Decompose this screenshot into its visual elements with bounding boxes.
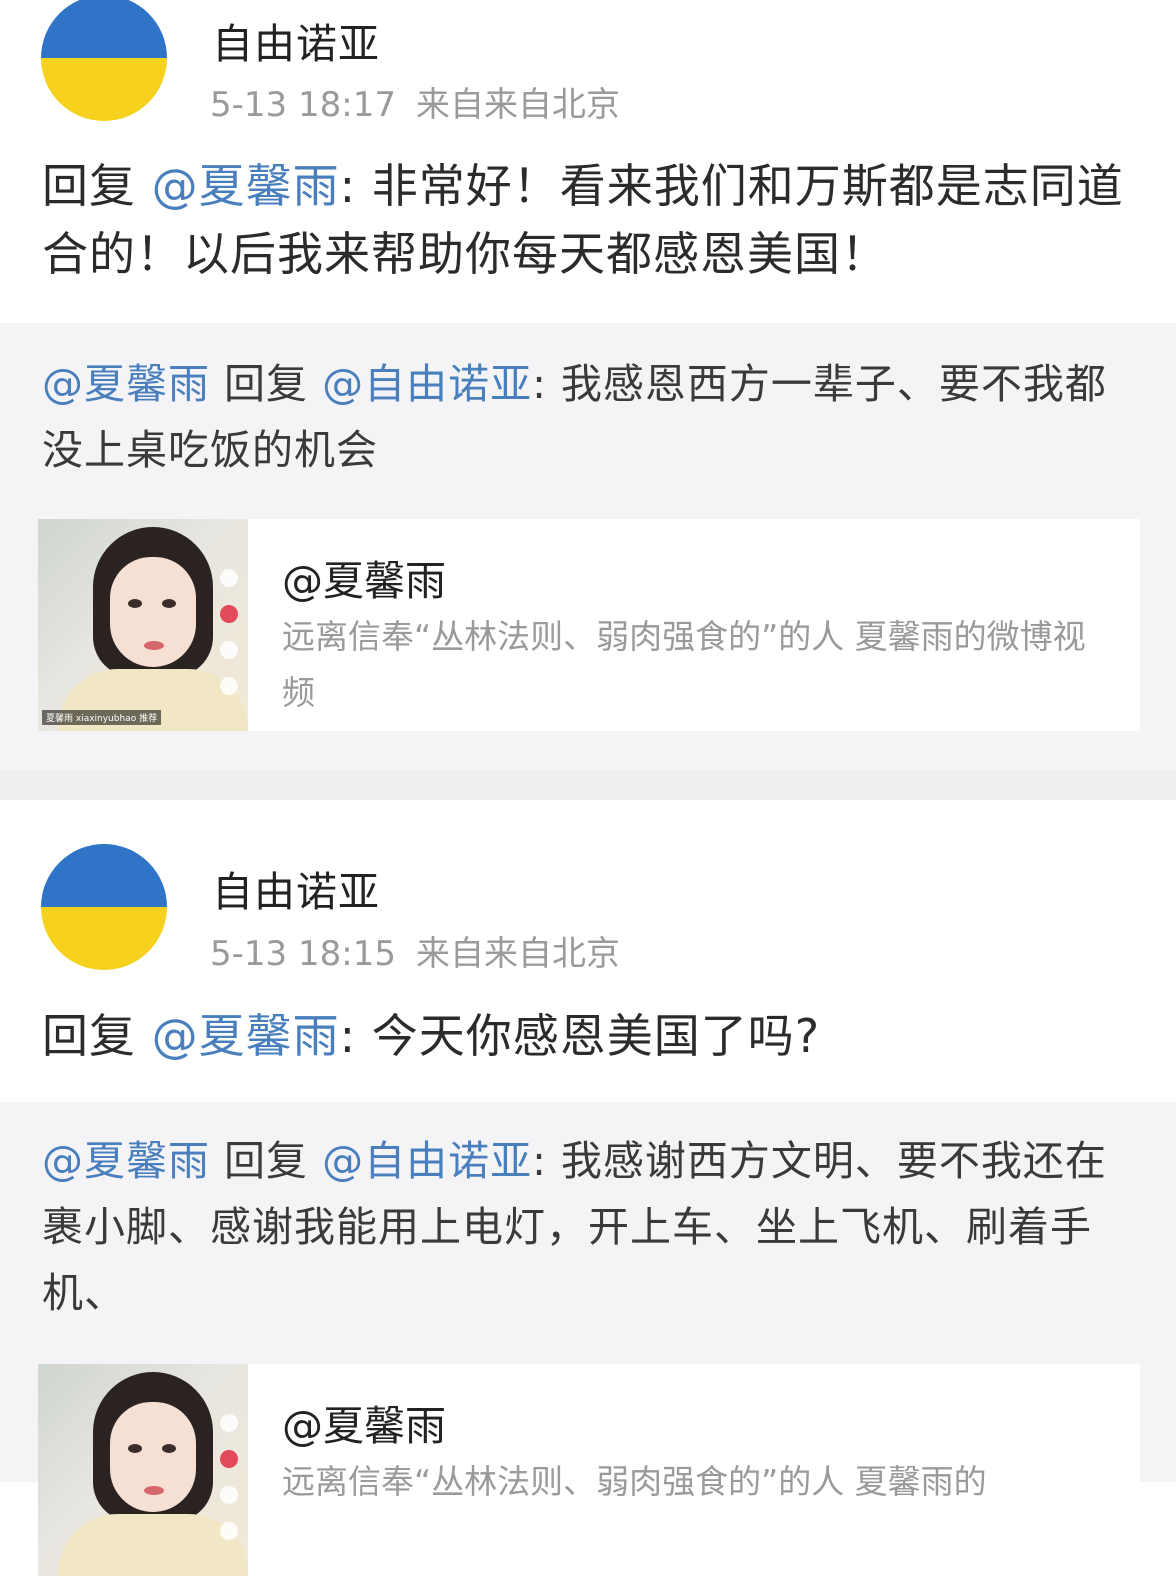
quote-reply-label: 回复 xyxy=(210,1137,323,1185)
quote-text: @夏馨雨 回复 @自由诺亚: 我感恩西方一辈子、要不我都没上桌吃饭的机会 xyxy=(42,351,1142,483)
quoted-comment[interactable]: @夏馨雨 回复 @自由诺亚: 我感恩西方一辈子、要不我都没上桌吃饭的机会 夏馨雨… xyxy=(0,323,1176,770)
heart-icon xyxy=(220,1450,238,1468)
timestamp: 5-13 18:15 xyxy=(210,934,396,974)
post-meta: 5-13 18:17 来自来自北京 xyxy=(210,77,620,126)
user-avatar[interactable] xyxy=(41,844,167,970)
video-card[interactable]: 夏馨雨 xiaxinyubhao 推荐 @夏馨雨 远离信奉“丛林法则、弱肉强食的… xyxy=(38,519,1140,731)
reply-prefix: 回复 xyxy=(42,159,136,213)
quoted-comment[interactable]: @夏馨雨 回复 @自由诺亚: 我感谢西方文明、要不我还在裹小脚、感谢我能用上电灯… xyxy=(0,1102,1176,1576)
video-side-icons xyxy=(216,1414,242,1558)
source-location: 来自来自北京 xyxy=(415,85,620,125)
video-card-title: @夏馨雨 xyxy=(282,1402,446,1450)
quote-mention-link[interactable]: @自由诺亚 xyxy=(322,1137,532,1185)
thumbnail-caption: 夏馨雨 xiaxinyubhao 推荐 xyxy=(42,710,162,725)
weibo-comment-2: 自由诺亚 5-13 18:15 来自来自北京 回复 @夏馨雨: 今天你感恩美国了吗… xyxy=(0,800,1176,1576)
source-location: 来自来自北京 xyxy=(415,934,620,974)
reply-text: 回复 @夏馨雨: 今天你感恩美国了吗? xyxy=(42,1002,1142,1070)
video-thumbnail[interactable]: 夏馨雨 xiaxinyubhao 推荐 xyxy=(38,519,248,731)
reply-body: : 今天你感恩美国了吗? xyxy=(339,1009,821,1063)
video-card-title: @夏馨雨 xyxy=(282,557,446,605)
mention-link[interactable]: @夏馨雨 xyxy=(152,159,340,213)
video-thumbnail[interactable] xyxy=(38,1364,248,1576)
post-divider xyxy=(0,770,1176,800)
quote-author-link[interactable]: @夏馨雨 xyxy=(42,1137,210,1185)
video-card-description: 远离信奉“丛林法则、弱肉强食的”的人 夏馨雨的微博视频 xyxy=(282,617,1086,712)
weibo-comment-1: 自由诺亚 5-13 18:17 来自来自北京 回复 @夏馨雨: 非常好！看来我们和… xyxy=(0,0,1176,770)
reply-text: 回复 @夏馨雨: 非常好！看来我们和万斯都是志同道合的！以后我来帮助你每天都感恩… xyxy=(42,152,1142,288)
username[interactable]: 自由诺亚 xyxy=(212,10,380,70)
post-meta: 5-13 18:15 来自来自北京 xyxy=(210,926,620,975)
quote-text: @夏馨雨 回复 @自由诺亚: 我感谢西方文明、要不我还在裹小脚、感谢我能用上电灯… xyxy=(42,1128,1142,1326)
quote-mention-link[interactable]: @自由诺亚 xyxy=(322,360,532,408)
timestamp: 5-13 18:17 xyxy=(210,85,396,125)
heart-icon xyxy=(220,605,238,623)
reply-prefix: 回复 xyxy=(42,1009,136,1063)
video-side-icons xyxy=(216,569,242,713)
quote-author-link[interactable]: @夏馨雨 xyxy=(42,360,210,408)
video-card[interactable]: @夏馨雨 远离信奉“丛林法则、弱肉强食的”的人 夏馨雨的 xyxy=(38,1364,1140,1576)
username[interactable]: 自由诺亚 xyxy=(212,858,380,918)
quote-reply-label: 回复 xyxy=(210,360,323,408)
mention-link[interactable]: @夏馨雨 xyxy=(152,1009,340,1063)
user-avatar[interactable] xyxy=(41,0,167,121)
video-card-description: 远离信奉“丛林法则、弱肉强食的”的人 夏馨雨的 xyxy=(282,1462,987,1501)
